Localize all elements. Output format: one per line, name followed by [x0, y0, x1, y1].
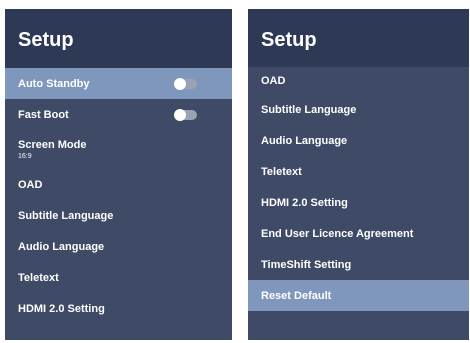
- menu-item-oad[interactable]: OAD: [248, 67, 469, 94]
- menu-item-label: TimeShift Setting: [261, 258, 352, 271]
- menu-item-auto-standby[interactable]: Auto Standby: [5, 68, 232, 99]
- menu-item-label: Audio Language: [18, 240, 105, 253]
- menu-item-label: Subtitle Language: [18, 209, 114, 222]
- menu-item-label: End User Licence Agreement: [261, 227, 414, 240]
- panel-title: Setup: [5, 9, 232, 68]
- setup-panel-left: Setup Auto Standby Fast Boot Screen Mode…: [5, 9, 232, 340]
- menu-item-timeshift-setting[interactable]: TimeShift Setting: [248, 249, 469, 280]
- menu-item-label: Reset Default: [261, 289, 332, 302]
- menu-item-label: Auto Standby: [18, 77, 90, 90]
- menu-item-label: Subtitle Language: [261, 103, 357, 116]
- menu-item-label: Fast Boot: [18, 108, 69, 121]
- setup-panel-right: Setup OAD Subtitle Language Audio Langua…: [248, 9, 469, 340]
- screen-mode-value: 16:9: [18, 153, 32, 160]
- setup-menu: OAD Subtitle Language Audio Language Tel…: [248, 67, 469, 311]
- menu-item-label: OAD: [18, 178, 43, 191]
- panel-title: Setup: [248, 9, 469, 67]
- auto-standby-toggle[interactable]: [174, 77, 197, 90]
- menu-item-teletext[interactable]: Teletext: [5, 262, 232, 293]
- menu-item-hdmi-setting[interactable]: HDMI 2.0 Setting: [248, 187, 469, 218]
- menu-item-label: Teletext: [18, 271, 59, 284]
- menu-item-reset-default[interactable]: Reset Default: [248, 280, 469, 311]
- menu-item-teletext[interactable]: Teletext: [248, 156, 469, 187]
- menu-item-label: Teletext: [261, 165, 302, 178]
- menu-item-audio-language[interactable]: Audio Language: [248, 125, 469, 156]
- menu-item-hdmi-setting[interactable]: HDMI 2.0 Setting: [5, 293, 232, 324]
- menu-item-oad[interactable]: OAD: [5, 169, 232, 200]
- menu-item-label: OAD: [261, 74, 286, 87]
- menu-item-subtitle-language[interactable]: Subtitle Language: [5, 200, 232, 231]
- menu-item-label: HDMI 2.0 Setting: [261, 196, 348, 209]
- setup-menu: Auto Standby Fast Boot Screen Mode 16:9 …: [5, 68, 232, 324]
- menu-item-label: Screen Mode: [18, 139, 87, 151]
- menu-item-label: HDMI 2.0 Setting: [18, 302, 105, 315]
- menu-item-eula[interactable]: End User Licence Agreement: [248, 218, 469, 249]
- toggle-knob: [174, 108, 186, 121]
- menu-item-subtitle-language[interactable]: Subtitle Language: [248, 94, 469, 125]
- toggle-knob: [174, 77, 186, 90]
- fast-boot-toggle[interactable]: [174, 108, 197, 121]
- menu-item-audio-language[interactable]: Audio Language: [5, 231, 232, 262]
- menu-item-fast-boot[interactable]: Fast Boot: [5, 99, 232, 130]
- menu-item-screen-mode[interactable]: Screen Mode 16:9: [5, 130, 232, 169]
- menu-item-label: Audio Language: [261, 134, 348, 147]
